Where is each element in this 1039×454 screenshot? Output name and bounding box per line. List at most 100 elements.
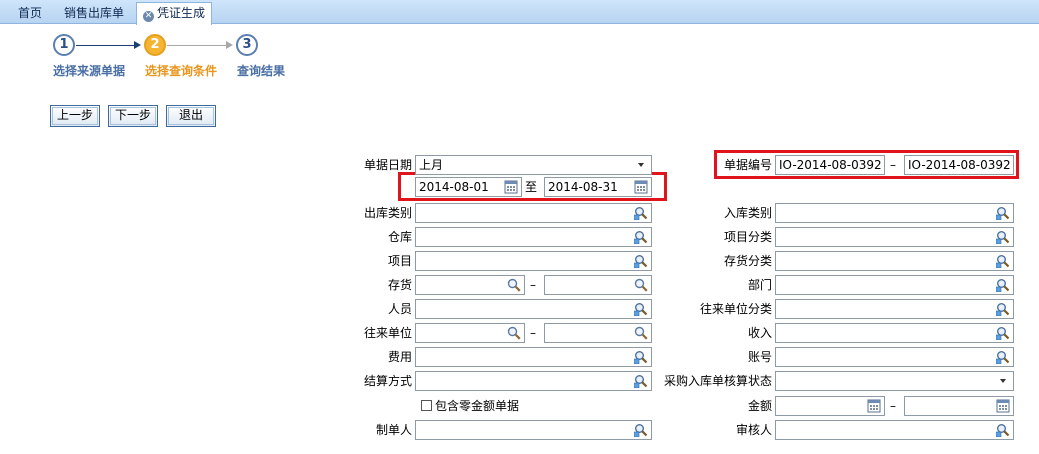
partner-class-input[interactable] [775, 299, 1014, 319]
reviewer-input[interactable] [775, 420, 1014, 440]
doc-number-to-value: IO-2014-08-0392 [908, 158, 1011, 172]
purchase-status-select[interactable] [775, 371, 1014, 391]
doc-date-select[interactable]: 上月 [415, 155, 652, 175]
stock-separator: – [530, 278, 536, 292]
doc-number-separator: – [890, 158, 896, 172]
account-input[interactable] [775, 347, 1014, 367]
creator-input[interactable] [415, 420, 652, 440]
project-class-label: 项目分类 [723, 230, 772, 244]
department-input[interactable] [775, 275, 1014, 295]
calculator-icon[interactable] [996, 399, 1010, 413]
chevron-down-icon[interactable] [996, 374, 1010, 388]
date-from-field[interactable]: 2014-08-01 [415, 177, 522, 197]
tab-home[interactable]: 首页 [12, 3, 48, 24]
purchase-status-label: 采购入库单核算状态 [663, 374, 772, 388]
search-icon[interactable] [634, 326, 648, 340]
tab-sales-outbound-label: 销售出库单 [64, 6, 125, 20]
chevron-down-icon[interactable] [634, 158, 648, 172]
in-type-input[interactable] [775, 203, 1014, 223]
account-label: 账号 [747, 350, 772, 364]
calculator-icon[interactable] [867, 399, 881, 413]
lookup-icon[interactable] [996, 326, 1010, 340]
exit-button[interactable]: 退出 [166, 105, 216, 127]
tab-voucher-generate[interactable]: ✕ 凭证生成 [136, 2, 213, 25]
amount-separator: – [890, 399, 896, 413]
warehouse-label: 仓库 [387, 230, 412, 244]
lookup-icon[interactable] [634, 423, 648, 437]
in-type-label: 入库类别 [723, 206, 772, 220]
doc-number-from-input[interactable]: IO-2014-08-0392 [775, 155, 885, 175]
arrow-right-icon [226, 41, 233, 49]
search-icon[interactable] [634, 278, 648, 292]
stock-class-label: 存货分类 [723, 254, 772, 268]
date-to-separator: 至 [525, 180, 538, 194]
income-label: 收入 [747, 326, 772, 340]
lookup-icon[interactable] [634, 374, 648, 388]
include-zero-label: 包含零金额单据 [435, 399, 520, 413]
stock-to-input[interactable] [544, 275, 652, 295]
lookup-icon[interactable] [996, 302, 1010, 316]
stock-class-input[interactable] [775, 251, 1014, 271]
project-class-input[interactable] [775, 227, 1014, 247]
stock-from-input[interactable] [415, 275, 525, 295]
amount-label: 金额 [747, 399, 772, 413]
reviewer-label: 审核人 [735, 423, 772, 437]
creator-label: 制单人 [375, 423, 412, 437]
department-label: 部门 [747, 278, 772, 292]
step-3-circle: 3 [236, 34, 258, 56]
partner-from-input[interactable] [415, 323, 525, 343]
stock-label: 存货 [387, 278, 412, 292]
settle-method-label: 结算方式 [363, 374, 412, 388]
lookup-icon[interactable] [634, 350, 648, 364]
income-input[interactable] [775, 323, 1014, 343]
partner-to-input[interactable] [544, 323, 652, 343]
amount-from-input[interactable] [775, 396, 885, 416]
lookup-icon[interactable] [996, 206, 1010, 220]
lookup-icon[interactable] [996, 278, 1010, 292]
lookup-icon[interactable] [996, 350, 1010, 364]
search-icon[interactable] [507, 326, 521, 340]
doc-date-label: 单据日期 [363, 158, 412, 172]
step-2-circle: 2 [144, 34, 166, 56]
date-from-value: 2014-08-01 [419, 180, 489, 194]
project-input[interactable] [415, 251, 652, 271]
expense-input[interactable] [415, 347, 652, 367]
partner-separator: – [530, 326, 536, 340]
step-1-label: 选择来源单据 [53, 64, 126, 78]
step-3-label: 查询结果 [237, 64, 286, 78]
tab-sales-outbound[interactable]: 销售出库单 [58, 3, 130, 24]
lookup-icon[interactable] [996, 230, 1010, 244]
lookup-icon[interactable] [996, 423, 1010, 437]
lookup-icon[interactable] [634, 254, 648, 268]
lookup-icon[interactable] [634, 302, 648, 316]
date-to-field[interactable]: 2014-08-31 [544, 177, 652, 197]
lookup-icon[interactable] [634, 230, 648, 244]
tab-home-label: 首页 [18, 6, 43, 20]
out-type-input[interactable] [415, 203, 652, 223]
lookup-icon[interactable] [996, 254, 1010, 268]
calendar-icon[interactable] [634, 180, 648, 194]
tab-voucher-generate-label: 凭证生成 [157, 6, 206, 20]
amount-to-input[interactable] [904, 396, 1014, 416]
step-2-label: 选择查询条件 [145, 64, 218, 78]
doc-date-value: 上月 [419, 158, 444, 172]
next-step-button[interactable]: 下一步 [108, 105, 158, 127]
project-label: 项目 [387, 254, 412, 268]
settle-method-input[interactable] [415, 371, 652, 391]
close-icon[interactable]: ✕ [143, 11, 154, 22]
search-icon[interactable] [507, 278, 521, 292]
out-type-label: 出库类别 [363, 206, 412, 220]
staff-label: 人员 [387, 302, 412, 316]
staff-input[interactable] [415, 299, 652, 319]
step-connector-1 [76, 45, 136, 46]
prev-step-button[interactable]: 上一步 [50, 105, 100, 127]
tab-bar: 首页 销售出库单 ✕ 凭证生成 [0, 0, 1039, 25]
lookup-icon[interactable] [634, 206, 648, 220]
calendar-icon[interactable] [504, 180, 518, 194]
arrow-right-icon [134, 41, 141, 49]
step-1-circle: 1 [53, 34, 75, 56]
include-zero-checkbox[interactable] [421, 400, 432, 411]
warehouse-input[interactable] [415, 227, 652, 247]
doc-number-to-input[interactable]: IO-2014-08-0392 [904, 155, 1014, 175]
expense-label: 费用 [387, 350, 412, 364]
